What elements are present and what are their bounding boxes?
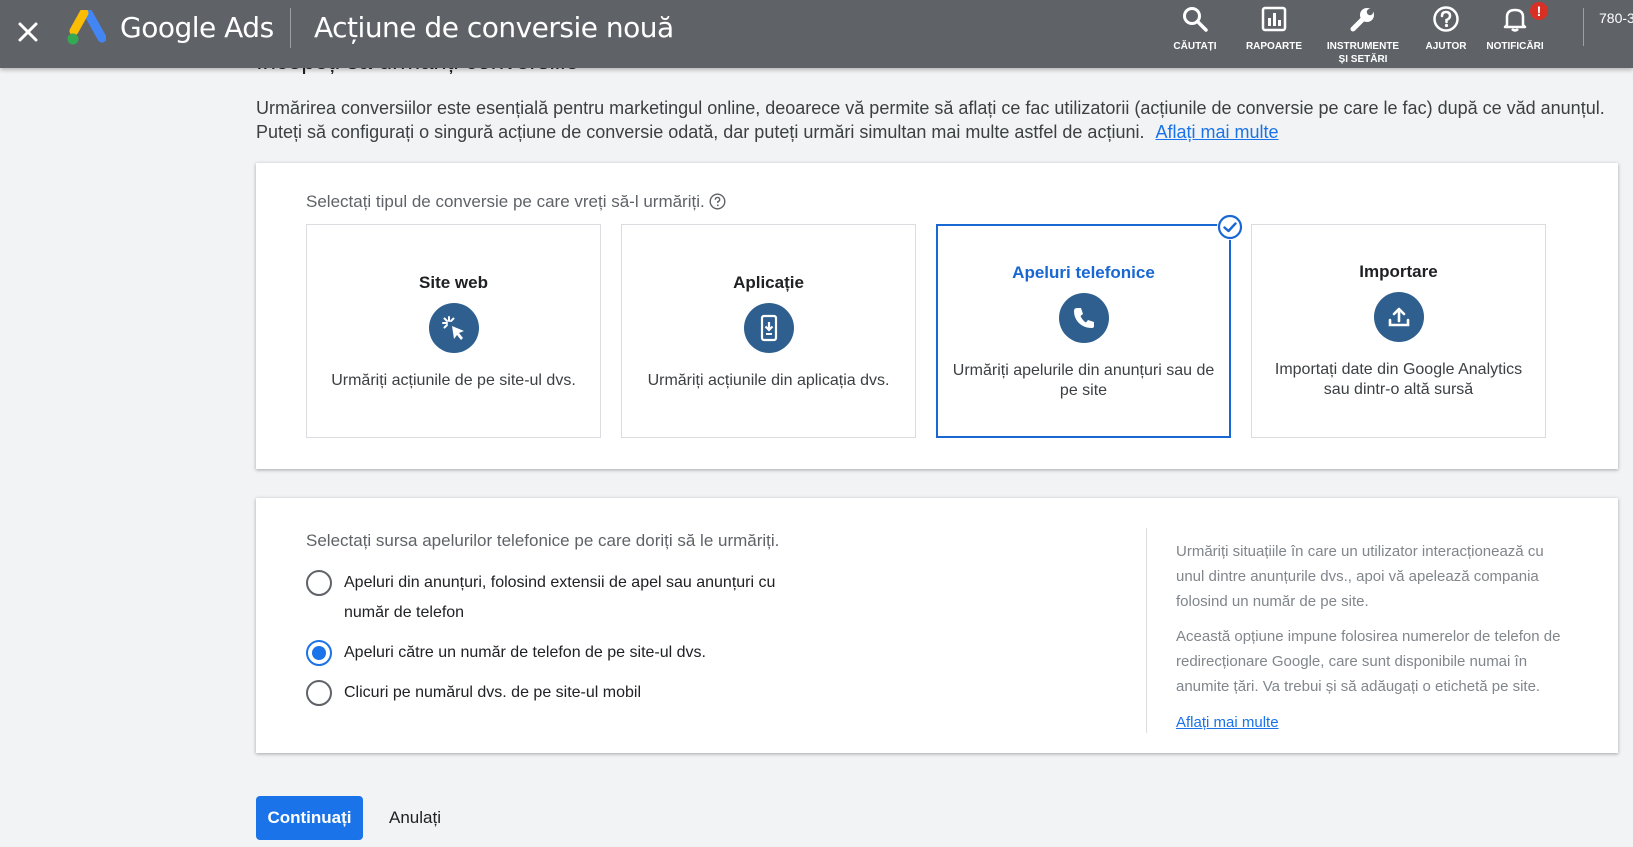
notification-badge: ! (1528, 0, 1550, 22)
option-website[interactable]: Site web Urmăriți acțiunile de pe site-u… (306, 224, 601, 438)
radio-label: Apeluri din anunțuri, folosind extensii … (344, 574, 776, 621)
account-id[interactable]: 780-3 (1599, 10, 1633, 26)
close-icon (18, 22, 38, 42)
reports-tool-label: RAPOARTE (1245, 41, 1303, 52)
header-divider (290, 8, 291, 48)
radio-option-calls-from-ads[interactable]: Apeluri din anunțuri, folosind extensii … (306, 570, 804, 628)
radio-button[interactable] (306, 570, 332, 596)
call-source-label: Selectați sursa apelurilor telefonice pe… (306, 531, 780, 550)
conversion-type-label-text: Selectați tipul de conversie pe care vre… (306, 192, 705, 211)
info-learn-more-link[interactable]: Aflați mai multe (1176, 714, 1279, 731)
tools-settings-label: INSTRUMENTE ȘI SETĂRI (1326, 41, 1400, 65)
help-icon (1433, 6, 1459, 32)
tools-settings-button[interactable]: INSTRUMENTE ȘI SETĂRI (1322, 4, 1404, 66)
option-phone-calls[interactable]: Apeluri telefonice Urmăriți apelurile di… (936, 214, 1243, 438)
radio-option-mobile-clicks[interactable]: Clicuri pe numărul dvs. de pe site-ul mo… (306, 680, 804, 708)
product-name: Google Ads (120, 11, 274, 44)
intro-paragraph: Urmărirea conversiilor este esențială pe… (256, 98, 1605, 142)
top-bar: Google Ads Acțiune de conversie nouă CĂU… (0, 0, 1633, 68)
search-icon (1183, 7, 1208, 32)
google-ads-logo-icon (67, 10, 106, 45)
radio-label: Apeluri către un număr de telefon de pe … (344, 644, 706, 661)
radio-option-calls-to-website-number[interactable]: Apeluri către un număr de telefon de pe … (306, 640, 804, 668)
phone-call-icon (1058, 293, 1109, 343)
info-paragraph-1: Urmăriți situațiile în care un utilizato… (1176, 543, 1544, 610)
notifications-tool-label: NOTIFICĂRI (1486, 41, 1544, 52)
call-source-card: Selectați sursa apelurilor telefonice pe… (256, 498, 1618, 753)
phone-download-icon (743, 303, 794, 353)
continue-button[interactable]: Continuați (256, 796, 363, 840)
page-title: Acțiune de conversie nouă (314, 11, 674, 44)
question-icon[interactable] (709, 193, 726, 210)
option-app[interactable]: Aplicație Urmăriți acțiunile din aplicaț… (621, 224, 916, 438)
radio-button-selected[interactable] (306, 640, 332, 666)
option-phone-calls-title: Apeluri telefonice (1012, 263, 1155, 282)
reports-icon (1261, 6, 1287, 32)
option-app-description: Urmăriți acțiunile din aplicația dvs. (647, 372, 890, 389)
upload-icon (1373, 292, 1424, 342)
info-divider (1146, 528, 1147, 733)
intro-text: Urmărirea conversiilor este esențială pe… (256, 96, 1626, 144)
option-import[interactable]: Importare Importați date din Google Anal… (1251, 224, 1546, 438)
option-app-title: Aplicație (733, 273, 804, 292)
option-import-title: Importare (1359, 262, 1438, 281)
close-button[interactable] (8, 12, 48, 52)
option-phone-calls-description: Urmăriți apelurile din anunțuri sau de p… (952, 362, 1215, 399)
bell-icon (1503, 8, 1527, 32)
wrench-icon (1350, 8, 1374, 32)
cancel-button[interactable]: Anulați (372, 796, 458, 840)
help-tool-button[interactable]: AJUTOR (1414, 4, 1478, 53)
radio-label: Clicuri pe numărul dvs. de pe site-ul mo… (344, 684, 642, 701)
conversion-type-label: Selectați tipul de conversie pe care vre… (306, 192, 726, 212)
search-tool-label: CĂUTAȚI (1173, 41, 1217, 52)
conversion-type-card: Selectați tipul de conversie pe care vre… (256, 163, 1618, 469)
info-paragraph-2: Această opțiune impune folosirea numerel… (1176, 628, 1561, 695)
selected-check-icon (1217, 214, 1243, 240)
account-divider (1583, 8, 1584, 46)
search-tool-button[interactable]: CĂUTAȚI (1163, 4, 1227, 53)
radio-button[interactable] (306, 680, 332, 706)
option-import-description: Importați date din Google Analytics sau … (1274, 361, 1523, 398)
cursor-click-icon (428, 303, 479, 353)
option-website-description: Urmăriți acțiunile de pe site-ul dvs. (331, 372, 576, 389)
learn-more-link[interactable]: Aflați mai multe (1155, 122, 1278, 142)
reports-tool-button[interactable]: RAPOARTE (1238, 4, 1310, 53)
notifications-tool-button[interactable]: ! NOTIFICĂRI (1480, 0, 1550, 53)
info-learn-more: Aflați mai multe (1176, 710, 1576, 735)
help-tool-label: AJUTOR (1425, 41, 1467, 52)
option-website-title: Site web (419, 273, 488, 292)
